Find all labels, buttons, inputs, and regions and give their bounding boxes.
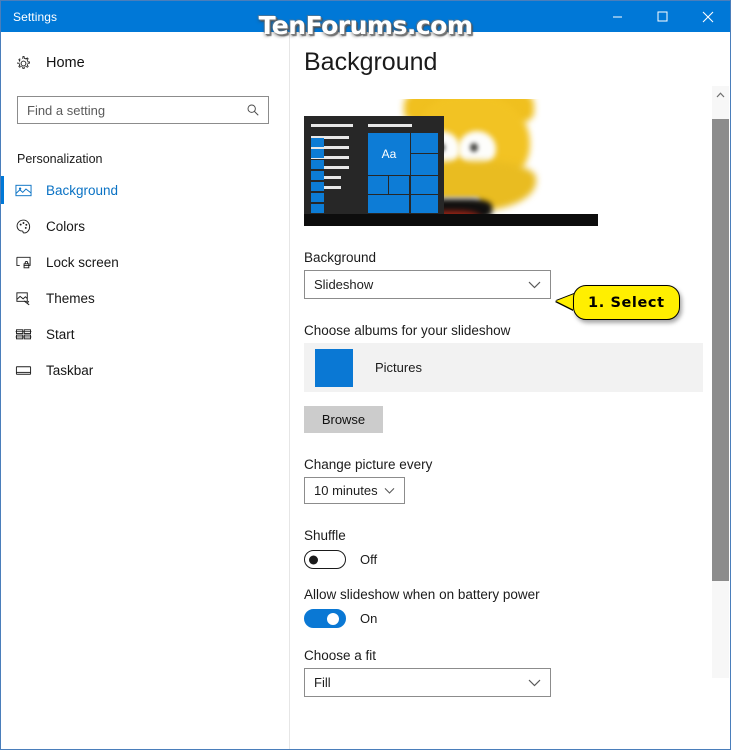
battery-toggle[interactable] (304, 609, 346, 628)
sidebar-item-label: Background (46, 182, 119, 198)
themes-icon (15, 290, 43, 307)
selection-indicator (1, 212, 4, 240)
change-picture-dropdown[interactable]: 10 minutes (304, 477, 405, 504)
fit-dropdown-value: Fill (314, 675, 331, 690)
vertical-scrollbar[interactable] (712, 86, 729, 678)
background-dropdown[interactable]: Slideshow (304, 270, 551, 299)
settings-window: Settings TenForums.com Home Find a setti… (0, 0, 731, 750)
shuffle-toggle[interactable] (304, 550, 346, 569)
start-menu-preview: Aa (304, 116, 444, 214)
minimize-icon (613, 16, 622, 18)
gear-icon (15, 55, 41, 72)
albums-label: Choose albums for your slideshow (304, 323, 511, 338)
desktop-preview: Aa (304, 99, 598, 226)
change-picture-setting: Change picture every 10 minutes (290, 457, 703, 504)
callout-bubble: 1. Select (573, 285, 680, 320)
shuffle-state: Off (360, 552, 378, 567)
search-icon (246, 103, 260, 117)
sidebar-item-home[interactable]: Home (1, 46, 289, 80)
shuffle-toggle-row: Off (304, 550, 703, 569)
fit-setting: Choose a fit Fill (290, 648, 703, 697)
taskbar-icon (15, 362, 43, 379)
chevron-down-icon (528, 280, 541, 289)
maximize-icon (657, 11, 668, 22)
selection-indicator (1, 284, 4, 312)
scroll-up-button[interactable] (712, 86, 729, 103)
sidebar-item-label: Start (46, 326, 75, 342)
close-icon (702, 11, 713, 22)
search-box[interactable] (17, 96, 269, 124)
page-title: Background (304, 48, 438, 76)
content-pane: Background Aa Background Slideshow Choos… (290, 32, 703, 749)
maximize-button[interactable] (640, 1, 685, 32)
window-title: Settings (13, 9, 58, 24)
sidebar-item-taskbar[interactable]: Taskbar (1, 352, 289, 388)
lock-screen-icon (15, 254, 43, 271)
battery-state: On (360, 611, 378, 626)
sidebar-section-title: Personalization (17, 152, 103, 166)
fit-dropdown[interactable]: Fill (304, 668, 551, 697)
sidebar-item-background[interactable]: Background (1, 172, 289, 208)
battery-label: Allow slideshow when on battery power (304, 587, 540, 602)
start-icon (15, 326, 43, 343)
fit-label: Choose a fit (304, 648, 377, 663)
preview-tile-text: Aa (368, 132, 410, 175)
toggle-knob (309, 555, 318, 564)
picture-icon (15, 182, 43, 199)
chevron-down-icon (528, 678, 541, 687)
sidebar-item-start[interactable]: Start (1, 316, 289, 352)
instruction-callout: 1. Select (556, 285, 680, 320)
change-picture-value: 10 minutes (314, 483, 378, 498)
background-dropdown-value: Slideshow (314, 277, 374, 292)
search-input[interactable] (18, 96, 268, 124)
scrollbar-thumb[interactable] (712, 119, 729, 581)
selection-indicator (1, 356, 4, 384)
close-button[interactable] (685, 1, 730, 32)
background-label: Background (304, 250, 377, 265)
selection-indicator (1, 248, 4, 276)
callout-text: 1. Select (588, 294, 665, 311)
album-name: Pictures (375, 360, 422, 375)
toggle-knob (327, 612, 339, 625)
albums-list: Pictures (304, 343, 703, 392)
shuffle-label: Shuffle (304, 528, 346, 543)
sidebar-item-label: Themes (46, 290, 95, 306)
callout-pointer (556, 294, 574, 310)
sidebar-item-themes[interactable]: Themes (1, 280, 289, 316)
album-thumbnail (315, 348, 353, 387)
sidebar-item-lock-screen[interactable]: Lock screen (1, 244, 289, 280)
window-controls (595, 1, 730, 32)
search-wrapper (17, 96, 269, 124)
albums-setting: Choose albums for your slideshow Picture… (290, 323, 703, 433)
minimize-button[interactable] (595, 1, 640, 32)
shuffle-setting: Shuffle Off (290, 528, 703, 569)
sidebar-item-label: Colors (46, 218, 86, 234)
chevron-down-icon (384, 487, 395, 495)
title-bar: Settings (1, 1, 730, 32)
sidebar: Home Personalization (1, 32, 290, 749)
battery-setting: Allow slideshow when on battery power On (290, 587, 703, 628)
browse-button[interactable]: Browse (304, 406, 383, 433)
selection-indicator (1, 176, 4, 204)
sidebar-item-colors[interactable]: Colors (1, 208, 289, 244)
chevron-up-icon (716, 91, 725, 97)
sidebar-home-label: Home (46, 55, 85, 71)
palette-icon (15, 218, 43, 235)
selection-indicator (1, 320, 4, 348)
change-picture-label: Change picture every (304, 457, 433, 472)
sidebar-item-label: Taskbar (46, 362, 94, 378)
battery-toggle-row: On (304, 609, 703, 628)
sidebar-item-label: Lock screen (46, 254, 119, 270)
